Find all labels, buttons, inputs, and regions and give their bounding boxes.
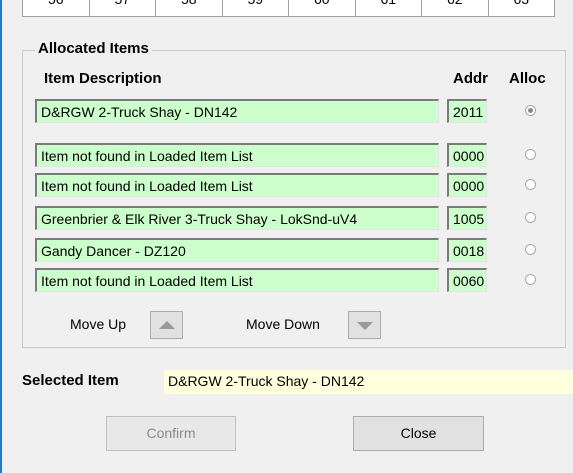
group-title: Allocated Items	[35, 40, 152, 57]
item-description-field[interactable]: D&RGW 2-Truck Shay - DN142	[35, 99, 439, 123]
window-border	[0, 0, 2, 473]
header-item-description: Item Description	[44, 70, 162, 87]
alloc-radio[interactable]	[525, 212, 536, 223]
alloc-radio[interactable]	[525, 105, 536, 116]
arrow-up-icon	[159, 321, 175, 329]
slot-cell: 59	[223, 0, 289, 16]
slot-cell: 58	[156, 0, 223, 16]
slot-cell: 60	[289, 0, 356, 16]
slot-number-strip: 56 57 58 59 60 61 62 63	[22, 0, 555, 18]
move-down-label: Move Down	[246, 316, 320, 332]
move-down-button[interactable]	[348, 311, 381, 339]
confirm-button[interactable]: Confirm	[106, 416, 236, 451]
allocated-row: Item not found in Loaded Item List 0000	[0, 173, 573, 197]
slot-cell: 57	[90, 0, 156, 16]
allocated-row: Item not found in Loaded Item List 0000	[0, 143, 573, 167]
slot-cell: 63	[489, 0, 555, 16]
item-description-field[interactable]: Gandy Dancer - DZ120	[35, 238, 439, 262]
slot-cell: 61	[356, 0, 422, 16]
move-up-label: Move Up	[70, 316, 127, 332]
allocated-row: Gandy Dancer - DZ120 0018	[0, 238, 573, 262]
item-addr-field[interactable]: 0000	[447, 173, 487, 197]
arrow-down-icon	[357, 322, 373, 330]
alloc-radio[interactable]	[525, 179, 536, 190]
item-description-field[interactable]: Item not found in Loaded Item List	[35, 173, 439, 197]
allocated-row: Item not found in Loaded Item List 0060	[0, 268, 573, 292]
item-addr-field[interactable]: 1005	[447, 206, 487, 230]
header-addr: Addr	[453, 70, 488, 87]
header-alloc: Alloc	[509, 70, 546, 87]
close-button[interactable]: Close	[353, 416, 484, 451]
item-addr-field[interactable]: 0060	[447, 268, 487, 292]
item-addr-field[interactable]: 2011	[447, 99, 487, 123]
move-up-button[interactable]	[150, 311, 183, 339]
item-description-field[interactable]: Item not found in Loaded Item List	[35, 268, 439, 292]
item-addr-field[interactable]: 0000	[447, 143, 487, 167]
alloc-radio[interactable]	[525, 149, 536, 160]
alloc-radio[interactable]	[525, 244, 536, 255]
slot-cell: 62	[422, 0, 489, 16]
allocated-row: D&RGW 2-Truck Shay - DN142 2011	[0, 99, 573, 123]
item-description-field[interactable]: Greenbrier & Elk River 3-Truck Shay - Lo…	[35, 206, 439, 230]
selected-item-value: D&RGW 2-Truck Shay - DN142	[164, 370, 573, 394]
alloc-radio[interactable]	[525, 274, 536, 285]
slot-cell: 56	[23, 0, 90, 16]
item-addr-field[interactable]: 0018	[447, 238, 487, 262]
allocated-items-group	[22, 50, 566, 348]
item-description-field[interactable]: Item not found in Loaded Item List	[35, 143, 439, 167]
allocated-row: Greenbrier & Elk River 3-Truck Shay - Lo…	[0, 206, 573, 230]
selected-item-label: Selected Item	[22, 372, 119, 389]
